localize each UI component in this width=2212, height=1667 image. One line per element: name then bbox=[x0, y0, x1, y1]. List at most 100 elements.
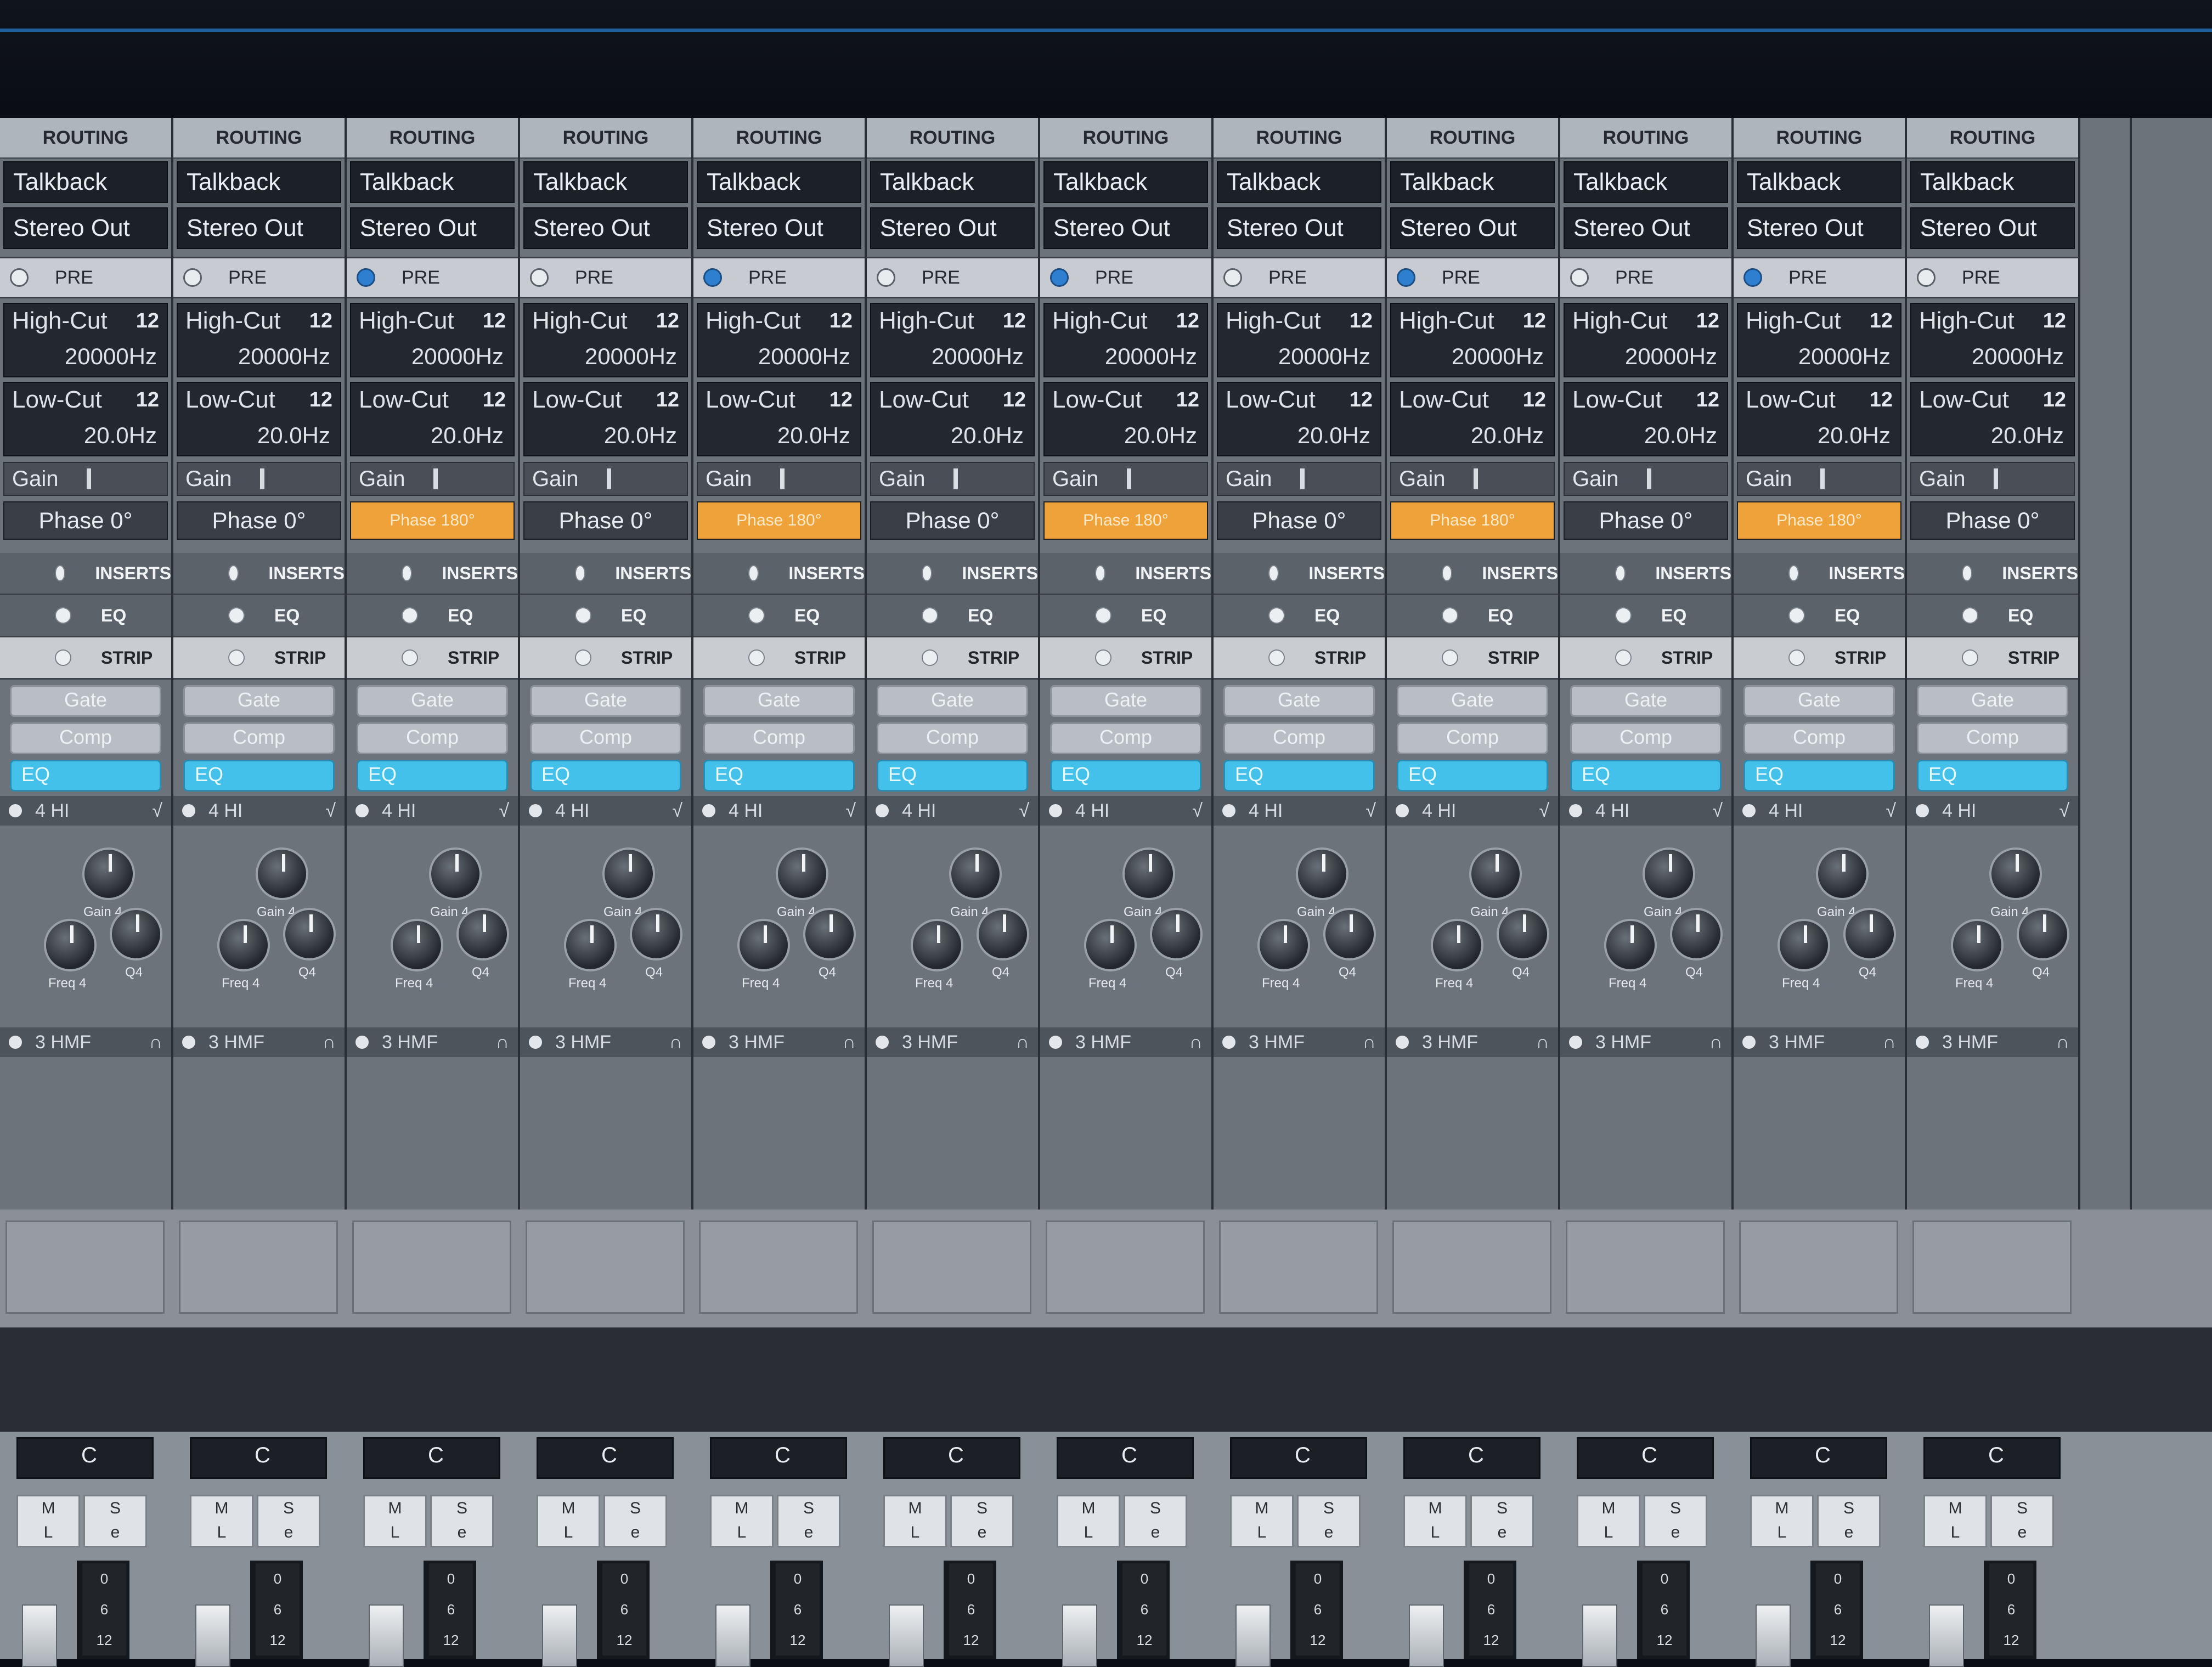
section-strip[interactable]: STRIP bbox=[1734, 637, 1905, 680]
pan-control[interactable]: C bbox=[537, 1437, 674, 1479]
slope-badge-icon[interactable]: 12 bbox=[483, 309, 506, 333]
pan-control[interactable]: C bbox=[1057, 1437, 1194, 1479]
pre-radio-icon[interactable] bbox=[877, 268, 895, 287]
solo-button[interactable]: Se bbox=[777, 1495, 840, 1547]
section-radio-icon[interactable] bbox=[1615, 565, 1626, 581]
high-cut-value[interactable]: 20000Hz bbox=[758, 343, 850, 370]
shelf-shape-icon[interactable]: √ bbox=[325, 800, 336, 822]
comp-button[interactable]: Comp bbox=[357, 722, 508, 754]
power-icon[interactable] bbox=[529, 804, 542, 817]
slope-badge-icon[interactable]: 12 bbox=[830, 309, 853, 333]
freq-knob[interactable] bbox=[1604, 919, 1657, 971]
gain-knob[interactable] bbox=[776, 847, 828, 900]
input-routing-slot[interactable]: Talkback bbox=[3, 161, 168, 203]
low-cut-filter[interactable]: Low-Cut 12 20.0Hz bbox=[1217, 382, 1381, 456]
gate-button[interactable]: Gate bbox=[1397, 685, 1548, 717]
power-icon[interactable] bbox=[1569, 804, 1582, 817]
power-icon[interactable] bbox=[182, 1036, 195, 1049]
low-cut-filter[interactable]: Low-Cut 12 20.0Hz bbox=[1390, 382, 1555, 456]
input-routing-slot[interactable]: Talkback bbox=[177, 161, 341, 203]
q-knob[interactable] bbox=[1497, 908, 1549, 960]
high-cut-filter[interactable]: High-Cut 12 20000Hz bbox=[523, 303, 688, 377]
gain-handle[interactable] bbox=[1647, 468, 1651, 489]
freq-knob[interactable] bbox=[1778, 919, 1830, 971]
eq-band-4[interactable]: 4 HI √ bbox=[693, 796, 865, 826]
eq-module-button[interactable]: EQ bbox=[1570, 760, 1722, 792]
phase-button[interactable]: Phase 0° bbox=[1564, 501, 1728, 540]
low-cut-filter[interactable]: Low-Cut 12 20.0Hz bbox=[697, 382, 861, 456]
low-cut-filter[interactable]: Low-Cut 12 20.0Hz bbox=[1043, 382, 1208, 456]
low-cut-filter[interactable]: Low-Cut 12 20.0Hz bbox=[870, 382, 1035, 456]
section-radio-icon[interactable] bbox=[1095, 607, 1111, 624]
high-cut-value[interactable]: 20000Hz bbox=[238, 343, 330, 370]
gate-button[interactable]: Gate bbox=[703, 685, 855, 717]
output-routing-slot[interactable]: Stereo Out bbox=[1737, 207, 1901, 249]
high-cut-filter[interactable]: High-Cut 12 20000Hz bbox=[1910, 303, 2075, 377]
section-strip[interactable]: STRIP bbox=[1907, 637, 2078, 680]
eq-module-button[interactable]: EQ bbox=[877, 760, 1028, 792]
slope-badge-icon[interactable]: 12 bbox=[136, 309, 159, 333]
slope-badge-icon[interactable]: 12 bbox=[483, 388, 506, 412]
eq-module-button[interactable]: EQ bbox=[183, 760, 335, 792]
gain-knob[interactable] bbox=[949, 847, 1002, 900]
peak-shape-icon[interactable]: ∩ bbox=[1189, 1032, 1203, 1053]
slope-badge-icon[interactable]: 12 bbox=[136, 388, 159, 412]
mute-button[interactable]: ML bbox=[1750, 1495, 1814, 1547]
pan-control[interactable]: C bbox=[1230, 1437, 1367, 1479]
peak-shape-icon[interactable]: ∩ bbox=[1363, 1032, 1376, 1053]
pre-radio-icon[interactable] bbox=[1570, 268, 1589, 287]
input-routing-slot[interactable]: Talkback bbox=[870, 161, 1035, 203]
eq-band-4[interactable]: 4 HI √ bbox=[1907, 796, 2078, 826]
section-radio-icon[interactable] bbox=[1788, 607, 1805, 624]
output-routing-slot[interactable]: Stereo Out bbox=[1217, 207, 1381, 249]
power-icon[interactable] bbox=[702, 1036, 715, 1049]
freq-knob[interactable] bbox=[911, 919, 963, 971]
mute-button[interactable]: ML bbox=[190, 1495, 253, 1547]
section-inserts[interactable]: INSERTS bbox=[1907, 553, 2078, 595]
pre-radio-icon[interactable] bbox=[1397, 268, 1415, 287]
pre-radio-icon[interactable] bbox=[183, 268, 202, 287]
pre-radio-icon[interactable] bbox=[1917, 268, 1936, 287]
comp-button[interactable]: Comp bbox=[530, 722, 681, 754]
eq-band-4[interactable]: 4 HI √ bbox=[173, 796, 345, 826]
low-cut-filter[interactable]: Low-Cut 12 20.0Hz bbox=[3, 382, 168, 456]
section-radio-icon[interactable] bbox=[1442, 649, 1458, 666]
section-radio-icon[interactable] bbox=[1615, 649, 1632, 666]
section-inserts[interactable]: INSERTS bbox=[1387, 553, 1558, 595]
eq-module-button[interactable]: EQ bbox=[703, 760, 855, 792]
low-cut-filter[interactable]: Low-Cut 12 20.0Hz bbox=[1910, 382, 2075, 456]
comp-button[interactable]: Comp bbox=[1050, 722, 1201, 754]
solo-button[interactable]: Se bbox=[257, 1495, 320, 1547]
slope-badge-icon[interactable]: 12 bbox=[1003, 388, 1026, 412]
section-eq[interactable]: EQ bbox=[693, 595, 865, 637]
pan-control[interactable]: C bbox=[1750, 1437, 1887, 1479]
solo-button[interactable]: Se bbox=[950, 1495, 1014, 1547]
section-radio-icon[interactable] bbox=[748, 607, 765, 624]
mute-button[interactable]: ML bbox=[1057, 1495, 1120, 1547]
section-strip[interactable]: STRIP bbox=[173, 637, 345, 680]
power-icon[interactable] bbox=[1396, 804, 1409, 817]
section-radio-icon[interactable] bbox=[55, 565, 66, 581]
high-cut-filter[interactable]: High-Cut 12 20000Hz bbox=[1737, 303, 1901, 377]
fader-handle[interactable] bbox=[1062, 1604, 1097, 1667]
output-routing-slot[interactable]: Stereo Out bbox=[1043, 207, 1208, 249]
input-routing-slot[interactable]: Talkback bbox=[1564, 161, 1728, 203]
input-routing-slot[interactable]: Talkback bbox=[1217, 161, 1381, 203]
slope-badge-icon[interactable]: 12 bbox=[830, 388, 853, 412]
power-icon[interactable] bbox=[356, 1036, 369, 1049]
routing-header[interactable]: ROUTING bbox=[520, 118, 691, 159]
high-cut-value[interactable]: 20000Hz bbox=[932, 343, 1024, 370]
input-routing-slot[interactable]: Talkback bbox=[523, 161, 688, 203]
phase-button[interactable]: Phase 180° bbox=[1737, 501, 1901, 540]
q-knob[interactable] bbox=[283, 908, 336, 960]
section-eq[interactable]: EQ bbox=[1040, 595, 1211, 637]
low-cut-filter[interactable]: Low-Cut 12 20.0Hz bbox=[1737, 382, 1901, 456]
section-radio-icon[interactable] bbox=[922, 649, 938, 666]
section-radio-icon[interactable] bbox=[1962, 649, 1978, 666]
section-radio-icon[interactable] bbox=[922, 565, 933, 581]
gain-handle[interactable] bbox=[953, 468, 958, 489]
eq-band-4[interactable]: 4 HI √ bbox=[1040, 796, 1211, 826]
shelf-shape-icon[interactable]: √ bbox=[845, 800, 856, 822]
high-cut-value[interactable]: 20000Hz bbox=[1625, 343, 1717, 370]
shelf-shape-icon[interactable]: √ bbox=[1886, 800, 1896, 822]
